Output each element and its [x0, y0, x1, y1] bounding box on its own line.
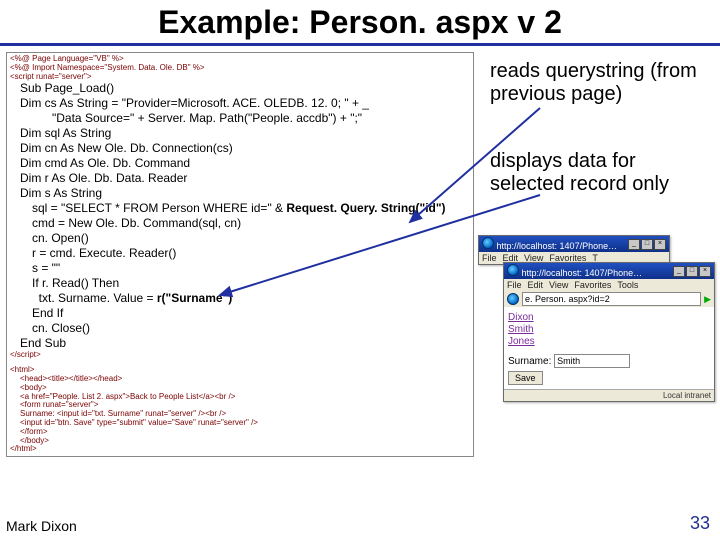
code-line: cmd = New Ole. Db. Command(sql, cn) — [10, 216, 470, 231]
code-line: cn. Open() — [10, 231, 470, 246]
code-line: txt. Surname. Value = r("Surname") — [10, 291, 470, 306]
titlebar: http://localhost: 1407/Phone… _□× — [479, 236, 669, 252]
code-line: sql = "SELECT * FROM Person WHERE id=" &… — [10, 201, 470, 216]
code-line: End If — [10, 306, 470, 321]
code-line: </form> — [10, 428, 470, 437]
code-block: <%@ Page Language="VB" %> <%@ Import Nam… — [6, 52, 474, 457]
link-dixon[interactable]: Dixon — [508, 312, 710, 323]
browser-window-back: http://localhost: 1407/Phone… _□× FileEd… — [478, 235, 670, 265]
status-bar: Local intranet — [504, 389, 714, 401]
code-line: Sub Page_Load() — [10, 81, 470, 96]
close-icon[interactable]: × — [699, 266, 711, 277]
surname-input[interactable] — [554, 354, 630, 368]
code-line: r = cmd. Execute. Reader() — [10, 246, 470, 261]
close-icon[interactable]: × — [654, 239, 666, 250]
code-line: "Data Source=" + Server. Map. Path("Peop… — [10, 111, 470, 126]
ie-icon — [507, 264, 519, 276]
window-buttons: _□× — [628, 239, 666, 250]
code-line: </html> — [10, 445, 470, 454]
minimize-icon[interactable]: _ — [628, 239, 640, 250]
code-line: <input id="btn. Save" type="submit" valu… — [10, 419, 470, 428]
code-line: Dim cn As New Ole. Db. Connection(cs) — [10, 141, 470, 156]
code-line: Dim cs As String = "Provider=Microsoft. … — [10, 96, 470, 111]
footer-page: 33 — [690, 513, 710, 534]
code-line: Dim s As String — [10, 186, 470, 201]
code-line: Dim cmd As Ole. Db. Command — [10, 156, 470, 171]
footer-author: Mark Dixon — [6, 518, 77, 534]
menubar: FileEditViewFavoritesTools — [504, 279, 714, 291]
minimize-icon[interactable]: _ — [673, 266, 685, 277]
code-line: Dim r As Ole. Db. Data. Reader — [10, 171, 470, 186]
code-line: <script runat="server"> — [10, 73, 470, 82]
annotation-display: displays data for selected record only — [490, 150, 710, 196]
maximize-icon[interactable]: □ — [686, 266, 698, 277]
address-input[interactable] — [522, 292, 701, 306]
window-buttons: _□× — [673, 266, 711, 277]
code-line: If r. Read() Then — [10, 276, 470, 291]
form-row: Surname: — [508, 354, 710, 368]
code-line: </body> — [10, 437, 470, 446]
browser-body: Dixon Smith Jones Surname: Save — [504, 307, 714, 389]
go-icon[interactable]: ▶ — [704, 294, 711, 305]
slide-title: Example: Person. aspx v 2 — [0, 0, 720, 46]
code-line: s = "" — [10, 261, 470, 276]
annotation-querystring: reads querystring (from previous page) — [490, 60, 710, 106]
code-line: Dim sql As String — [10, 126, 470, 141]
link-smith[interactable]: Smith — [508, 324, 710, 335]
save-button[interactable]: Save — [508, 371, 543, 385]
code-line: cn. Close() — [10, 321, 470, 336]
titlebar: http://localhost: 1407/Phone… _□× — [504, 263, 714, 279]
code-line: <head><title></title></head> — [10, 375, 470, 384]
link-jones[interactable]: Jones — [508, 336, 710, 347]
page-icon — [507, 293, 519, 305]
ie-icon — [482, 237, 494, 249]
code-line: End Sub — [10, 336, 470, 351]
browser-window-front: http://localhost: 1407/Phone… _□× FileEd… — [503, 262, 715, 402]
surname-label: Surname: — [508, 356, 551, 367]
code-line: </scr​ipt> — [10, 351, 470, 360]
address-bar: ▶ — [504, 291, 714, 307]
maximize-icon[interactable]: □ — [641, 239, 653, 250]
